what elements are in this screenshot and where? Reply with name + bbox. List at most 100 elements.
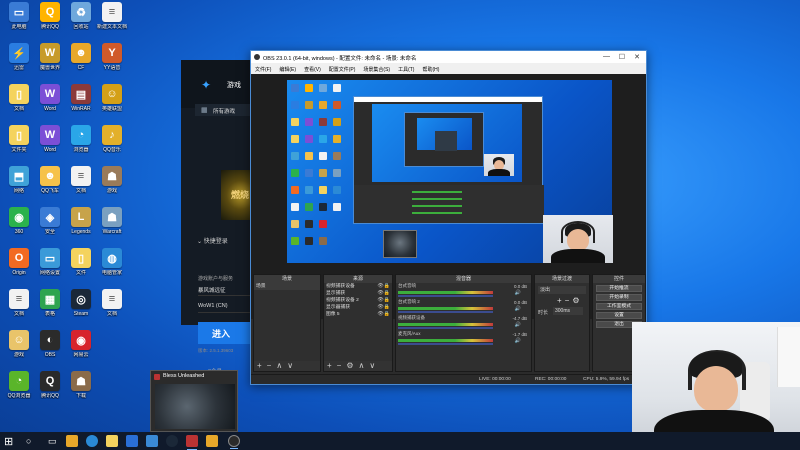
menu-item[interactable]: 查看(V) <box>304 66 321 74</box>
scenes-toolbar[interactable]: +−∧∨ <box>254 361 320 371</box>
speaker-icon[interactable]: 🔊 <box>515 322 521 328</box>
source-item[interactable]: 显示捕获 👁🔒 <box>324 290 392 297</box>
menu-item[interactable]: 编辑(E) <box>279 66 296 74</box>
mixer-channel[interactable]: 台式音响 2 0.0 dB 🔊 <box>396 299 531 315</box>
task-view-icon[interactable]: ▭ <box>48 436 57 447</box>
mixer-list: 台式音响 0.0 dB 🔊 台式音响 2 0.0 dB 🔊 视频捕获设备 -4.7 dB 🔊 麦克… <box>396 283 531 347</box>
store-icon[interactable] <box>126 435 138 447</box>
desktop-icon[interactable]: ⚡ 迅雷 <box>2 43 36 83</box>
desktop-icon[interactable]: L Legends <box>64 207 98 247</box>
visibility-icon[interactable]: 👁🔒 <box>377 297 390 304</box>
desktop-icon[interactable]: Y YY语音 <box>95 43 129 83</box>
mixer-channel[interactable]: 麦克风/Aux -1.7 dB 🔊 <box>396 331 531 347</box>
transition-add-remove[interactable]: +−⚙ <box>557 296 583 305</box>
desktop-icon[interactable]: ☺ 英雄联盟 <box>95 84 129 124</box>
quick-login-link[interactable]: ⌄ 快捷登录 <box>197 236 228 245</box>
menu-item[interactable]: 工具(T) <box>398 66 414 74</box>
desktop-icon[interactable]: ☺ 游戏 <box>2 330 36 370</box>
desktop-icon[interactable]: ♪ QQ音乐 <box>95 125 129 165</box>
minimize-icon[interactable]: — <box>603 53 610 60</box>
desktop-icon[interactable]: ◎ Steam <box>64 289 98 329</box>
desktop-icon[interactable]: ▯ 文件 <box>64 248 98 288</box>
desktop-icon[interactable]: ☗ 下载 <box>64 371 98 411</box>
app-icon[interactable] <box>146 435 158 447</box>
steam-icon[interactable] <box>166 435 178 447</box>
source-item[interactable]: 图像 5 👁🔒 <box>324 311 392 318</box>
tab-all-games-label: 所有游戏 <box>213 109 236 115</box>
folder-icon[interactable] <box>106 435 118 447</box>
close-icon[interactable]: ✕ <box>634 53 640 61</box>
desktop-icon[interactable]: ▭ 此电脑 <box>2 2 36 42</box>
control-button[interactable]: 开始录制 <box>596 294 642 301</box>
duration-input[interactable]: 300ms <box>553 307 583 315</box>
desktop-icon[interactable]: ◐ OBS <box>33 330 67 370</box>
menu-item[interactable]: 场景集合(S) <box>363 66 390 74</box>
mixer-channel[interactable]: 台式音响 0.0 dB 🔊 <box>396 283 531 299</box>
volume-slider[interactable] <box>398 343 493 345</box>
chrome-icon[interactable] <box>66 435 78 447</box>
desktop-icon[interactable]: ≡ 新建文本文档 <box>95 2 129 42</box>
obs-window[interactable]: OBS 23.0.1 (64-bit, windows) - 配置文件: 未命名… <box>250 50 647 385</box>
desktop-icon[interactable]: Q 腾讯QQ <box>33 371 67 411</box>
desktop-icon[interactable]: ▤ WinRAR <box>64 84 98 124</box>
control-button[interactable]: 工作室模式 <box>596 303 642 310</box>
desktop-icon[interactable]: W Word <box>33 125 67 165</box>
browser-icon[interactable] <box>86 435 98 447</box>
visibility-icon[interactable]: 👁🔒 <box>377 290 390 297</box>
sources-toolbar[interactable]: +−⚙∧∨ <box>324 361 392 371</box>
desktop-icon-glyph: ▯ <box>71 248 91 268</box>
desktop-icon[interactable]: ◉ 网易云 <box>64 330 98 370</box>
bless-icon[interactable] <box>186 435 198 450</box>
desktop-icon[interactable]: ◈ 安全 <box>33 207 67 247</box>
volume-slider[interactable] <box>398 311 493 313</box>
menu-item[interactable]: 帮助(H) <box>422 66 439 74</box>
desktop-icon[interactable]: W 魔兽世界 <box>33 43 67 83</box>
menu-item[interactable]: 配置文件(P) <box>329 66 356 74</box>
desktop-icon[interactable]: ◔ 浏览器 <box>64 125 98 165</box>
desktop-icon[interactable]: ☻ QQ飞车 <box>33 166 67 206</box>
desktop-icon[interactable]: ⬒ 网络 <box>2 166 36 206</box>
desktop-icon[interactable]: ▭ 网络设置 <box>33 248 67 288</box>
desktop-icon[interactable]: ☗ Warcraft <box>95 207 129 247</box>
start-icon[interactable]: ⊞ <box>4 435 13 448</box>
taskbar-thumbnail[interactable]: Bless Unleashed <box>150 370 238 432</box>
mixer-channel[interactable]: 视频捕获设备 -4.7 dB 🔊 <box>396 315 531 331</box>
desktop-icon[interactable]: ◉ 360 <box>2 207 36 247</box>
speaker-icon[interactable]: 🔊 <box>515 338 521 344</box>
desktop-icon[interactable]: ▦ 表格 <box>33 289 67 329</box>
desktop-icon[interactable]: ≡ 文档 <box>64 166 98 206</box>
source-item[interactable]: 显示器捕获 👁🔒 <box>324 304 392 311</box>
transition-select[interactable]: 淡出 <box>538 286 586 294</box>
menu-item[interactable]: 文件(F) <box>255 66 271 74</box>
search-icon[interactable]: ○ <box>26 436 31 446</box>
control-button[interactable]: 设置 <box>596 312 642 319</box>
desktop-icon[interactable]: ◍ 电脑管家 <box>95 248 129 288</box>
obs-icon[interactable] <box>228 435 240 449</box>
desktop-icon[interactable]: ▯ 文件夹 <box>2 125 36 165</box>
speaker-icon[interactable]: 🔊 <box>515 290 521 296</box>
desktop-icon[interactable]: ▯ 文档 <box>2 84 36 124</box>
game-launcher-window[interactable]: ✦ 游戏 ▦ 所有游戏 燃烧 ⌄ 快捷登录 游戏账户与服务 暴风城远征 WoW1… <box>181 60 261 375</box>
game-icon[interactable] <box>206 435 218 447</box>
visibility-icon[interactable]: 👁🔒 <box>377 311 390 318</box>
desktop-icon[interactable]: ☗ 游戏 <box>95 166 129 206</box>
source-item[interactable]: 视频捕获设备 2 👁🔒 <box>324 297 392 304</box>
desktop-icon[interactable]: O Origin <box>2 248 36 288</box>
desktop-icon[interactable]: ≡ 文档 <box>95 289 129 329</box>
desktop-icon[interactable]: ≡ 文档 <box>2 289 36 329</box>
source-item[interactable]: 视频捕获设备 👁🔒 <box>324 283 392 290</box>
desktop-icon[interactable]: ◔ QQ浏览器 <box>2 371 36 411</box>
maximize-icon[interactable]: ☐ <box>619 53 625 61</box>
obs-titlebar[interactable]: OBS 23.0.1 (64-bit, windows) - 配置文件: 未命名… <box>251 51 646 63</box>
visibility-icon[interactable]: 👁🔒 <box>377 304 390 311</box>
speaker-icon[interactable]: 🔊 <box>515 306 521 312</box>
volume-slider[interactable] <box>398 327 493 329</box>
visibility-icon[interactable]: 👁🔒 <box>377 283 390 290</box>
volume-slider[interactable] <box>398 295 493 297</box>
control-button[interactable]: 开始推流 <box>596 285 642 292</box>
desktop-icon[interactable]: Q 腾讯QQ <box>33 2 67 42</box>
scene-item[interactable]: 场景 <box>254 283 320 290</box>
desktop-icon[interactable]: ♻ 回收站 <box>64 2 98 42</box>
desktop-icon[interactable]: ☻ CF <box>64 43 98 83</box>
desktop-icon[interactable]: W Word <box>33 84 67 124</box>
